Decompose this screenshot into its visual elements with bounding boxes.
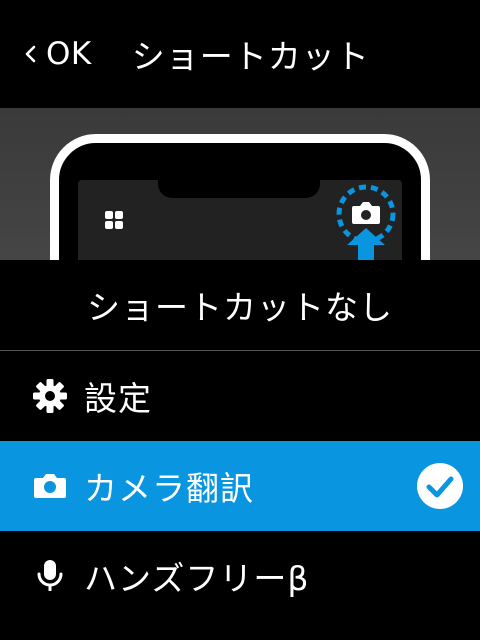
option-label: カメラ翻訳 [84,469,254,508]
page-title: ショートカット [131,37,370,76]
shortcut-options-list: ショートカットなし 設定 カメラ翻訳 ハンズフリーβ [0,260,480,621]
option-no-shortcut[interactable]: ショートカットなし [0,260,480,351]
option-settings[interactable]: 設定 [0,351,480,441]
phone-screen [78,180,402,260]
shortcut-preview [0,108,480,260]
option-label: ショートカットなし [87,288,393,327]
phone-notch [158,180,320,198]
camera-icon [32,468,68,504]
arrow-up-icon [347,228,385,260]
header: OK ショートカット [0,0,480,108]
checkmark-icon [417,463,463,509]
back-label: OK [46,36,92,72]
chevron-left-icon [25,45,36,63]
grid-icon [105,211,123,229]
option-label: ハンズフリーβ [84,559,310,598]
microphone-icon [32,558,68,594]
option-hands-free[interactable]: ハンズフリーβ [0,531,480,621]
back-button[interactable]: OK [24,24,92,84]
option-camera-translate[interactable]: カメラ翻訳 [0,441,480,531]
gear-icon [32,378,68,414]
option-label: 設定 [84,379,152,418]
